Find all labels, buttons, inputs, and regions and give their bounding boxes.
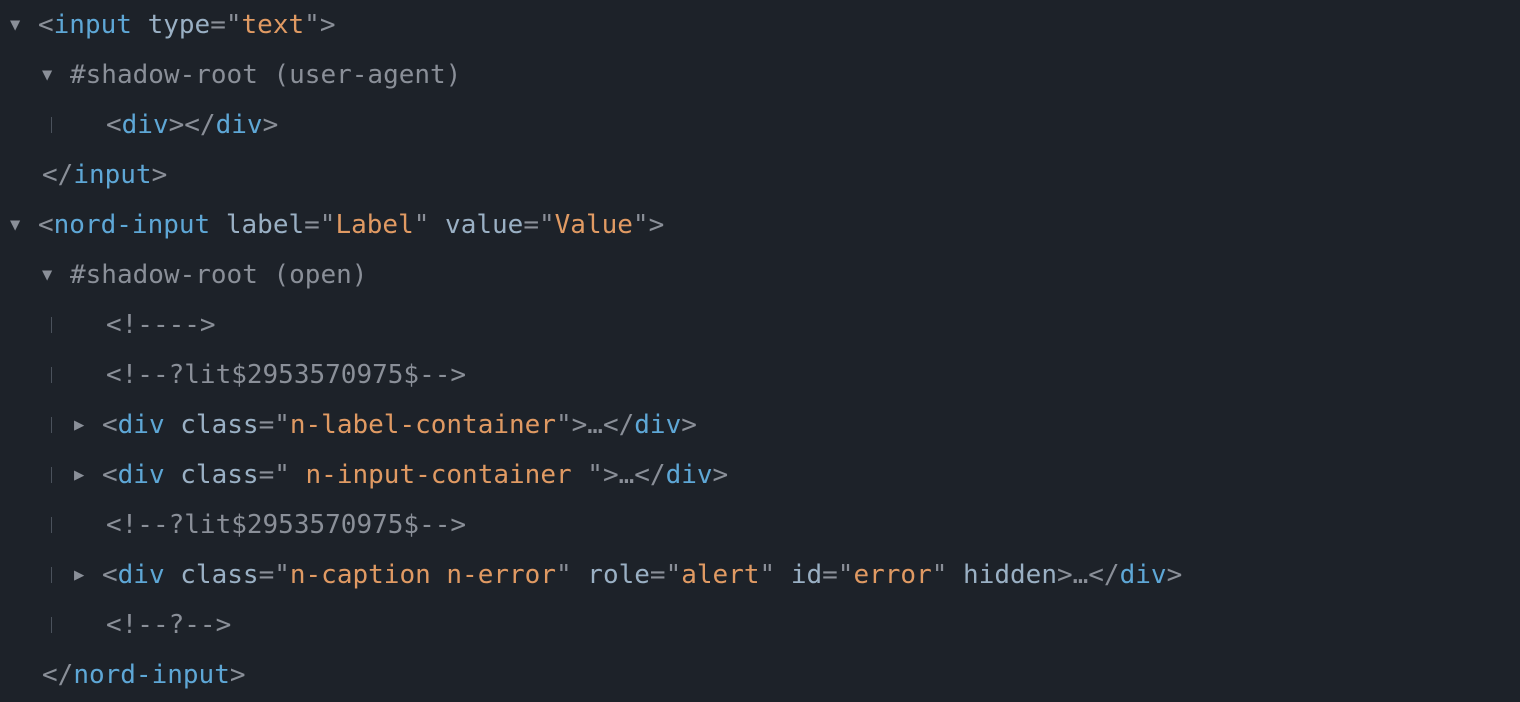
dom-tree: <input type="text"> #shadow-root (user-a… <box>0 0 1520 700</box>
expand-toggle-icon[interactable] <box>42 250 70 300</box>
ellipsis: … <box>619 450 635 500</box>
shadow-root-node[interactable]: #shadow-root (open) <box>10 250 1520 300</box>
ellipsis: … <box>1073 550 1089 600</box>
dom-node-input[interactable]: <input type="text"> <box>10 0 1520 50</box>
dom-node-div[interactable]: <div class=" n-input-container ">…</div> <box>10 450 1520 500</box>
expand-toggle-icon[interactable] <box>74 550 102 600</box>
lit-comment: <!--?lit$2953570975$--> <box>106 350 466 400</box>
dom-comment[interactable]: <!----> <box>10 300 1520 350</box>
ellipsis: … <box>587 400 603 450</box>
expand-toggle-icon[interactable] <box>74 400 102 450</box>
expand-toggle-icon[interactable] <box>74 450 102 500</box>
dom-comment[interactable]: <!--?lit$2953570975$--> <box>10 500 1520 550</box>
shadow-root-label: shadow-root (user-agent) <box>86 50 462 100</box>
expand-toggle-icon[interactable] <box>42 50 70 100</box>
dom-node-div[interactable]: <div></div> <box>10 100 1520 150</box>
dom-comment[interactable]: <!--?--> <box>10 600 1520 650</box>
dom-node-div[interactable]: <div class="n-caption n-error" role="ale… <box>10 550 1520 600</box>
attr-name: type <box>148 0 211 50</box>
shadow-hash: # <box>70 50 86 100</box>
expand-toggle-icon[interactable] <box>10 0 38 50</box>
attr-value: text <box>242 0 305 50</box>
html-comment: <!--?--> <box>106 600 231 650</box>
dom-comment[interactable]: <!--?lit$2953570975$--> <box>10 350 1520 400</box>
html-comment: <!----> <box>106 300 216 350</box>
dom-node-div[interactable]: <div class="n-label-container">…</div> <box>10 400 1520 450</box>
tag-name: input <box>54 0 132 50</box>
shadow-root-node[interactable]: #shadow-root (user-agent) <box>10 50 1520 100</box>
lit-comment: <!--?lit$2953570975$--> <box>106 500 466 550</box>
dom-node-input-close[interactable]: </input> <box>10 150 1520 200</box>
bracket: < <box>38 0 54 50</box>
expand-toggle-icon[interactable] <box>10 200 38 250</box>
dom-node-nord-input[interactable]: <nord-input label="Label" value="Value"> <box>10 200 1520 250</box>
dom-node-nord-input-close[interactable]: </nord-input> <box>10 650 1520 700</box>
